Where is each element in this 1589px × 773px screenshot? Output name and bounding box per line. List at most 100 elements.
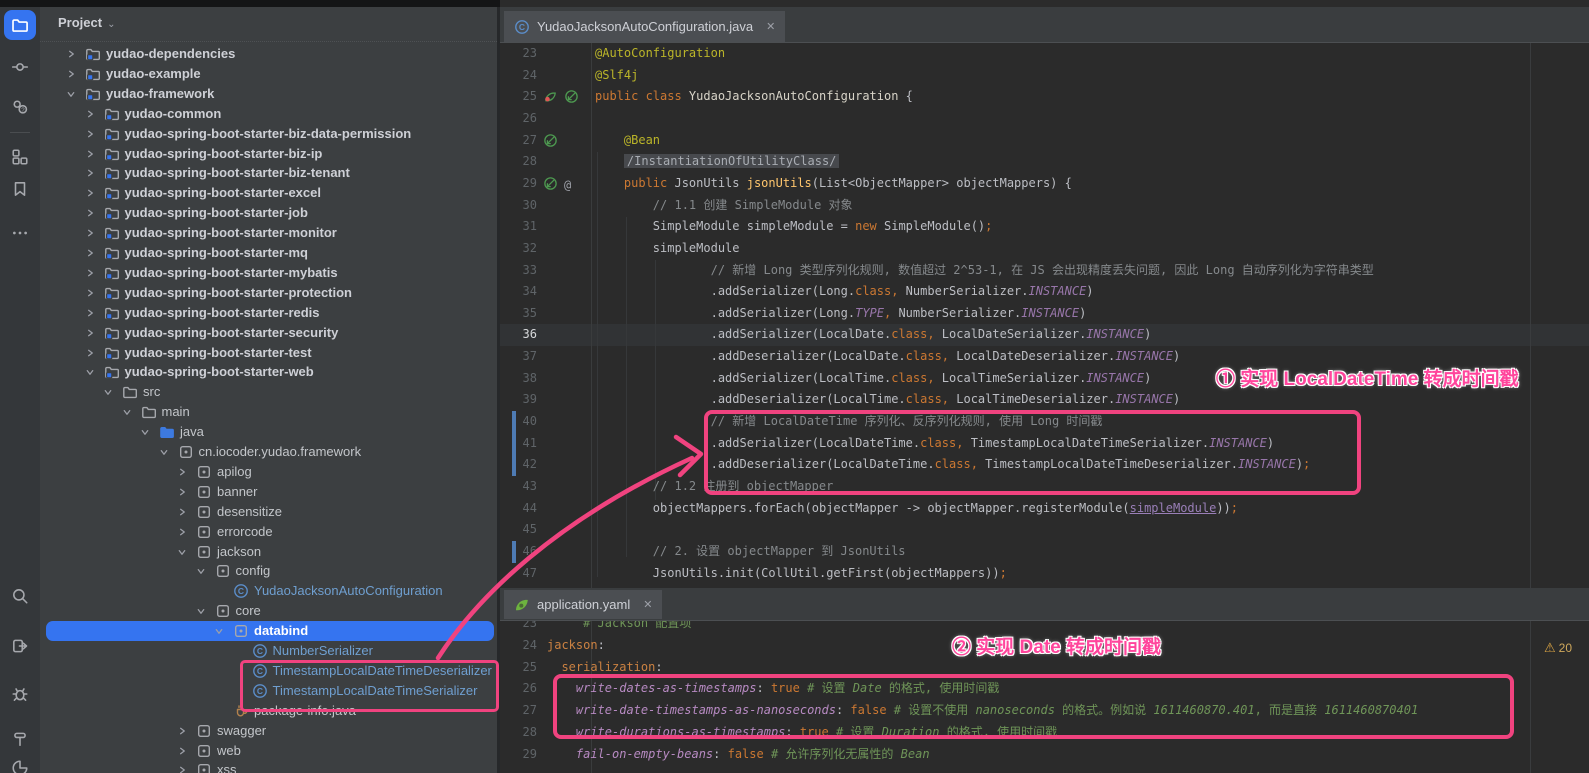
tree-item-yudao-spring-boot-starter-biz-ip[interactable]: yudao-spring-boot-starter-biz-ip xyxy=(40,144,497,164)
tree-item-swagger[interactable]: swagger xyxy=(40,721,497,741)
tree-item-apilog[interactable]: apilog xyxy=(40,462,497,482)
activity-bar-commit-button[interactable] xyxy=(4,52,36,82)
line-number[interactable]: 28 xyxy=(500,722,537,744)
chevron-right-icon[interactable] xyxy=(177,507,187,517)
yaml-line-24[interactable]: jackson: xyxy=(547,635,605,657)
code-line-39[interactable]: .addDeserializer(LocalTime.class, LocalT… xyxy=(711,389,1181,411)
tab-java-file[interactable]: C YudaoJacksonAutoConfiguration.java ✕ xyxy=(504,11,785,42)
tree-item-yudao-spring-boot-starter-biz-data-permission[interactable]: yudao-spring-boot-starter-biz-data-permi… xyxy=(40,124,497,144)
chevron-right-icon[interactable] xyxy=(85,348,95,358)
tree-item-xss[interactable]: xss xyxy=(40,760,497,773)
tree-item-cn-iocoder-yudao-framework[interactable]: cn.iocoder.yudao.framework xyxy=(40,442,497,462)
code-line-31[interactable]: SimpleModule simpleModule = new SimpleMo… xyxy=(653,216,993,238)
chevron-right-icon[interactable] xyxy=(177,746,187,756)
activity-bar-pull-requests-button[interactable]: ? xyxy=(4,92,36,122)
code-line-27[interactable]: @Bean xyxy=(624,130,660,152)
line-number[interactable]: 32 xyxy=(500,238,537,260)
activity-bar-bookmarks-button[interactable] xyxy=(4,174,36,204)
chevron-down-icon[interactable] xyxy=(214,626,224,636)
chevron-down-icon[interactable] xyxy=(66,89,76,99)
line-number[interactable]: 27 xyxy=(500,700,537,722)
line-number[interactable]: 26 xyxy=(500,108,537,130)
line-number[interactable]: 45 xyxy=(500,519,537,541)
line-number[interactable]: 42 xyxy=(500,454,537,476)
line-number[interactable]: 44 xyxy=(500,498,537,520)
chevron-right-icon[interactable] xyxy=(66,69,76,79)
code-line-42[interactable]: .addDeserializer(LocalDateTime.class, Ti… xyxy=(711,454,1311,476)
tree-item-main[interactable]: main xyxy=(40,402,497,422)
chevron-right-icon[interactable] xyxy=(85,268,95,278)
line-number[interactable]: 25 xyxy=(500,86,537,108)
tree-item-src[interactable]: src xyxy=(40,382,497,402)
code-line-25[interactable]: public class YudaoJacksonAutoConfigurati… xyxy=(595,86,913,108)
line-number[interactable]: 28 xyxy=(500,151,537,173)
chevron-right-icon[interactable] xyxy=(85,308,95,318)
activity-bar-build-button[interactable] xyxy=(4,724,36,754)
tree-item-banner[interactable]: banner xyxy=(40,482,497,502)
line-number[interactable]: 38 xyxy=(500,368,537,390)
code-line-23[interactable]: @AutoConfiguration xyxy=(595,43,725,65)
tree-item-errorcode[interactable]: errorcode xyxy=(40,522,497,542)
tab-yaml-file[interactable]: application.yaml ✕ xyxy=(504,590,662,619)
code-line-29[interactable]: public JsonUtils jsonUtils(List<ObjectMa… xyxy=(624,173,1072,195)
line-number[interactable]: 25 xyxy=(500,657,537,679)
chevron-right-icon[interactable] xyxy=(177,765,187,773)
tree-item-timestamplocaldatetimedeserializer[interactable]: CTimestampLocalDateTimeDeserializer xyxy=(40,661,497,681)
line-number[interactable]: 24 xyxy=(500,65,537,87)
yaml-line-27[interactable]: write-date-timestamps-as-nanoseconds: fa… xyxy=(576,700,1418,722)
code-line-41[interactable]: .addSerializer(LocalDateTime.class, Time… xyxy=(711,433,1275,455)
yaml-line-25[interactable]: serialization: xyxy=(561,657,662,679)
tree-item-jackson[interactable]: jackson xyxy=(40,542,497,562)
chevron-right-icon[interactable] xyxy=(85,109,95,119)
line-number[interactable]: 29 xyxy=(500,744,537,766)
chevron-right-icon[interactable] xyxy=(85,228,95,238)
chevron-down-icon[interactable] xyxy=(159,447,169,457)
tree-item-yudaojacksonautoconfiguration[interactable]: CYudaoJacksonAutoConfiguration xyxy=(40,581,497,601)
line-number[interactable]: 30 xyxy=(500,195,537,217)
code-line-33[interactable]: // 新增 Long 类型序列化规则, 数值超过 2^53-1, 在 JS 会出… xyxy=(711,260,1374,282)
tree-item-desensitize[interactable]: desensitize xyxy=(40,502,497,522)
tree-item-core[interactable]: core xyxy=(40,601,497,621)
activity-bar-project-button[interactable] xyxy=(4,10,36,40)
line-number[interactable]: 41 xyxy=(500,433,537,455)
line-number[interactable]: 31 xyxy=(500,216,537,238)
tree-item-yudao-common[interactable]: yudao-common xyxy=(40,104,497,124)
code-line-44[interactable]: objectMappers.forEach(objectMapper -> ob… xyxy=(653,498,1238,520)
yaml-line-29[interactable]: fail-on-empty-beans: false # 允许序列化无属性的 B… xyxy=(576,744,930,766)
chevron-right-icon[interactable] xyxy=(85,129,95,139)
activity-bar-structure-button[interactable] xyxy=(4,142,36,172)
tree-item-timestamplocaldatetimeserializer[interactable]: CTimestampLocalDateTimeSerializer xyxy=(40,681,497,701)
tree-item-yudao-spring-boot-starter-redis[interactable]: yudao-spring-boot-starter-redis xyxy=(40,303,497,323)
line-number[interactable]: 40 xyxy=(500,411,537,433)
chevron-down-icon[interactable] xyxy=(177,547,187,557)
chevron-right-icon[interactable] xyxy=(177,527,187,537)
inspection-warning-widget[interactable]: ⚠ 20 xyxy=(1544,640,1572,656)
chevron-right-icon[interactable] xyxy=(177,467,187,477)
tree-item-yudao-framework[interactable]: yudao-framework xyxy=(40,84,497,104)
line-number[interactable]: 34 xyxy=(500,281,537,303)
chevron-right-icon[interactable] xyxy=(85,188,95,198)
activity-bar-profiler-button[interactable] xyxy=(4,753,36,773)
activity-bar-run-anything-button[interactable] xyxy=(4,631,36,661)
code-line-38[interactable]: .addSerializer(LocalTime.class, LocalTim… xyxy=(711,368,1152,390)
line-number[interactable]: 23 xyxy=(500,43,537,65)
chevron-right-icon[interactable] xyxy=(85,288,95,298)
code-line-36[interactable]: .addSerializer(LocalDate.class, LocalDat… xyxy=(711,324,1152,346)
chevron-down-icon[interactable] xyxy=(103,387,113,397)
tree-item-yudao-spring-boot-starter-monitor[interactable]: yudao-spring-boot-starter-monitor xyxy=(40,223,497,243)
line-number[interactable]: 24 xyxy=(500,635,537,657)
tree-item-yudao-example[interactable]: yudao-example xyxy=(40,64,497,84)
code-line-47[interactable]: JsonUtils.init(CollUtil.getFirst(objectM… xyxy=(653,563,1007,585)
activity-bar-more-tools-button[interactable] xyxy=(4,218,36,248)
chevron-right-icon[interactable] xyxy=(85,149,95,159)
code-line-43[interactable]: // 1.2 注册到 objectMapper xyxy=(653,476,834,498)
code-line-24[interactable]: @Slf4j xyxy=(595,65,638,87)
spring-boot-icon[interactable] xyxy=(543,89,558,104)
line-number[interactable]: 27 xyxy=(500,130,537,152)
line-number[interactable]: 39 xyxy=(500,389,537,411)
line-number[interactable]: 35 xyxy=(500,303,537,325)
tree-item-package-info-java[interactable]: package-info.java xyxy=(40,701,497,721)
chevron-down-icon[interactable] xyxy=(85,367,95,377)
code-line-46[interactable]: // 2. 设置 objectMapper 到 JsonUtils xyxy=(653,541,906,563)
spring-bean-icon[interactable] xyxy=(543,176,558,191)
